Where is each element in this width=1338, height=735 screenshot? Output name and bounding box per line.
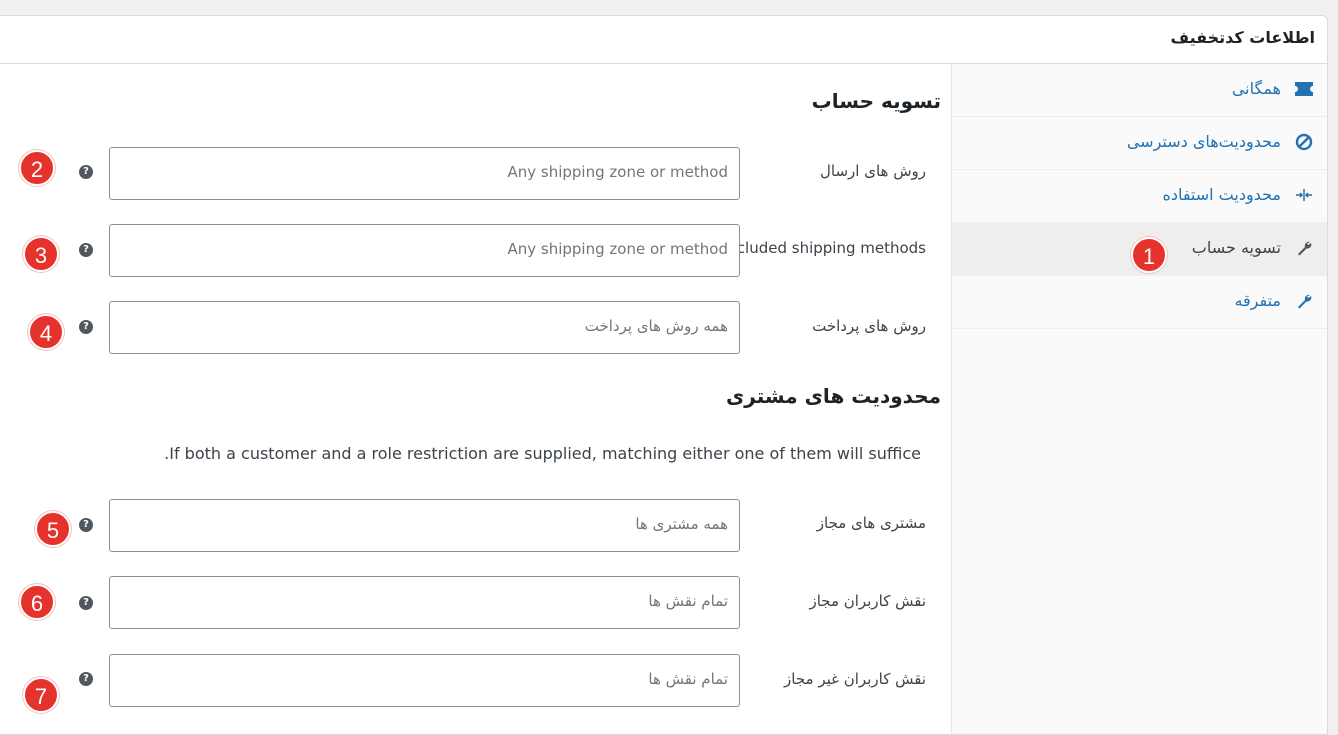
payment-methods-label: روش های پرداخت	[812, 317, 926, 335]
help-tip-icon[interactable]: ?	[79, 320, 93, 334]
field-placeholder: همه روش های پرداخت	[584, 317, 728, 335]
annotation-badge-3: 3	[23, 236, 59, 272]
tab-label: محدودیت استفاده	[1162, 185, 1281, 204]
excluded-shipping-methods-label: Excluded shipping methods	[718, 239, 926, 257]
checkout-section-heading: تسویه حساب	[811, 89, 941, 113]
shipping-methods-input[interactable]: Any shipping zone or method	[109, 147, 740, 200]
tab-misc[interactable]: متفرقه	[952, 276, 1327, 329]
annotation-badge-7: 7	[23, 677, 59, 713]
help-tip-icon[interactable]: ?	[79, 165, 93, 179]
field-placeholder: تمام نقش ها	[648, 592, 728, 610]
payment-methods-input[interactable]: همه روش های پرداخت	[109, 301, 740, 354]
field-placeholder: تمام نقش ها	[648, 670, 728, 688]
field-placeholder: Any shipping zone or method	[507, 240, 728, 258]
annotation-badge-6: 6	[19, 584, 55, 620]
annotation-badge-4: 4	[28, 314, 64, 350]
help-tip-icon[interactable]: ?	[79, 672, 93, 686]
arrows-in-icon	[1295, 186, 1313, 204]
wrench-icon	[1295, 239, 1313, 257]
allowed-roles-label: نقش کاربران مجاز	[809, 592, 926, 610]
help-tip-icon[interactable]: ?	[79, 243, 93, 257]
customer-restrictions-heading: محدودیت های مشتری	[725, 384, 941, 408]
panel-header: اطلاعات کدتخفیف	[0, 16, 1327, 64]
disallowed-roles-label: نقش کاربران غیر مجاز	[784, 670, 926, 688]
coupon-data-panel: اطلاعات کدتخفیف همگانی محدودیت‌های دسترس…	[0, 15, 1328, 735]
annotation-badge-2: 2	[19, 150, 55, 186]
tab-usage-restriction[interactable]: محدودیت‌های دسترسی	[952, 117, 1327, 170]
help-tip-icon[interactable]: ?	[79, 596, 93, 610]
tab-general[interactable]: همگانی	[952, 64, 1327, 117]
allowed-customers-label: مشتری های مجاز	[816, 514, 926, 532]
disallowed-roles-input[interactable]: تمام نقش ها	[109, 654, 740, 707]
excluded-shipping-methods-input[interactable]: Any shipping zone or method	[109, 224, 740, 277]
allowed-customers-input[interactable]: همه مشتری ها	[109, 499, 740, 552]
annotation-badge-5: 5	[35, 511, 71, 547]
coupon-tabs-sidebar: همگانی محدودیت‌های دسترسی محدودیت استفاد…	[951, 64, 1327, 734]
tab-label: تسویه حساب	[1191, 238, 1281, 257]
panel-title: اطلاعات کدتخفیف	[1170, 28, 1315, 47]
ticket-icon	[1295, 80, 1313, 98]
field-placeholder: Any shipping zone or method	[507, 163, 728, 181]
tab-usage-limits[interactable]: محدودیت استفاده	[952, 170, 1327, 223]
annotation-badge-1: 1	[1131, 237, 1167, 273]
tab-label: متفرقه	[1234, 291, 1281, 310]
wrench-icon	[1295, 292, 1313, 310]
shipping-methods-label: روش های ارسال	[819, 162, 926, 180]
restriction-notice: .If both a customer and a role restricti…	[164, 444, 921, 463]
field-placeholder: همه مشتری ها	[635, 515, 728, 533]
tab-label: همگانی	[1231, 79, 1281, 98]
help-tip-icon[interactable]: ?	[79, 518, 93, 532]
allowed-roles-input[interactable]: تمام نقش ها	[109, 576, 740, 629]
block-icon	[1295, 133, 1313, 151]
tab-label: محدودیت‌های دسترسی	[1126, 132, 1281, 151]
